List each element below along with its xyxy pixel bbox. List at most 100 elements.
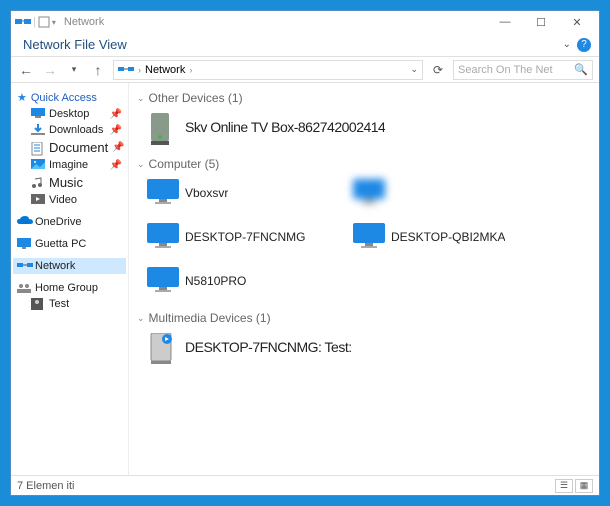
body: ★ Quick Access Desktop 📌 Downloads 📌 Doc… (11, 83, 599, 475)
sidebar-item-desktop[interactable]: Desktop 📌 (13, 106, 126, 122)
sidebar-item-onedrive[interactable]: OneDrive (13, 214, 126, 230)
up-button[interactable]: ↑ (89, 61, 107, 79)
address-dropdown-icon[interactable]: ⌄ (410, 64, 418, 75)
monitor-icon (147, 223, 179, 251)
device-item[interactable]: Skv Online TV Box-862742002414 (147, 109, 407, 145)
sidebar-item-network[interactable]: Network (13, 258, 126, 274)
search-icon: 🔍 (574, 63, 588, 76)
recent-caret-icon[interactable]: ▾ (65, 61, 83, 79)
help-icon[interactable]: ? (577, 38, 591, 52)
group-header-label: Other Devices (1) (149, 91, 243, 105)
star-icon: ★ (17, 91, 27, 104)
sidebar-item-label: Test (49, 298, 69, 310)
sidebar-item-downloads[interactable]: Downloads 📌 (13, 122, 126, 138)
chevron-down-icon: ⌄ (137, 93, 145, 104)
ribbon-tabs: Network File View ⌄ ? (11, 33, 599, 57)
computer-item[interactable]: N5810PRO (147, 263, 337, 299)
maximize-button[interactable]: ☐ (523, 11, 559, 33)
pictures-icon (31, 159, 45, 171)
group-header-label: Computer (5) (149, 157, 220, 171)
group-header-label: Multimedia Devices (1) (149, 311, 271, 325)
computer-item[interactable]: DESKTOP-7FNCNMG (147, 219, 337, 255)
computer-item[interactable]: Vboxsvr (147, 175, 337, 211)
close-button[interactable]: ✕ (559, 11, 595, 33)
qat-properties-icon[interactable] (38, 16, 50, 28)
sidebar-item-label: Document (49, 140, 108, 155)
sidebar-item-thispc[interactable]: Guetta PC (13, 236, 126, 252)
downloads-icon (31, 124, 45, 136)
sidebar-quick-access[interactable]: ★ Quick Access (13, 89, 126, 106)
item-label: DESKTOP-7FNCNMG (185, 230, 305, 244)
nav-pane: ★ Quick Access Desktop 📌 Downloads 📌 Doc… (11, 83, 129, 475)
sidebar-item-documents[interactable]: Document 📌 (13, 138, 126, 157)
view-icons-button[interactable]: ▦ (575, 479, 593, 493)
monitor-icon (147, 267, 179, 295)
breadcrumb-path[interactable]: Network (145, 64, 185, 76)
sidebar-item-label: Guetta PC (35, 238, 86, 250)
quick-access-toolbar: | ▾ (15, 15, 56, 29)
homegroup-icon (17, 282, 31, 294)
view-details-button[interactable]: ☰ (555, 479, 573, 493)
sidebar-item-label: Music (49, 175, 83, 190)
forward-button[interactable]: → (41, 61, 59, 79)
explorer-window: | ▾ Network — ☐ ✕ Network File View ⌄ ? … (10, 10, 600, 496)
network-icon (118, 64, 134, 76)
qat-caret-icon[interactable]: ▾ (52, 18, 56, 27)
ribbon-expand-icon[interactable]: ⌄ (563, 39, 571, 50)
monitor-icon (147, 179, 179, 207)
item-label: Vboxsvr (185, 186, 228, 200)
item-label: Skv Online TV Box-862742002414 (185, 119, 385, 135)
desktop-icon (31, 108, 45, 120)
sidebar-item-homegroup[interactable]: Home Group (13, 280, 126, 296)
window-controls: — ☐ ✕ (487, 11, 595, 33)
sidebar-item-label: Video (49, 194, 77, 206)
sidebar-item-label: Home Group (35, 282, 98, 294)
minimize-button[interactable]: — (487, 11, 523, 33)
computer-item-redacted[interactable] (353, 175, 543, 211)
app-icon (15, 15, 31, 29)
qat-separator: | (33, 16, 36, 28)
group-other-devices: ⌄ Other Devices (1) Skv Online TV Box-86… (137, 87, 591, 145)
onedrive-icon (17, 216, 31, 228)
sidebar-item-label: Downloads (49, 124, 103, 136)
sidebar-item-videos[interactable]: Video (13, 192, 126, 208)
pin-icon: 📌 (110, 109, 122, 120)
pin-icon: 📌 (110, 160, 122, 171)
sidebar-item-pictures[interactable]: Imagine 📌 (13, 157, 126, 173)
video-icon (31, 194, 45, 206)
group-header[interactable]: ⌄ Computer (5) (137, 153, 591, 175)
tab-network-file-view[interactable]: Network File View (19, 35, 131, 54)
sidebar-item-music[interactable]: Music (13, 173, 126, 192)
monitor-icon (353, 179, 385, 207)
media-device-icon (147, 333, 179, 361)
view-mode-buttons: ☰ ▦ (555, 479, 593, 493)
group-header[interactable]: ⌄ Other Devices (1) (137, 87, 591, 109)
sidebar-item-test[interactable]: Test (13, 296, 126, 312)
sidebar-item-label: Network (35, 260, 75, 272)
window-title: Network (64, 16, 104, 28)
breadcrumb[interactable]: › Network › ⌄ (113, 60, 423, 80)
sidebar-item-label: Imagine (49, 159, 88, 171)
computer-item[interactable]: DESKTOP-QBI2MKA (353, 219, 543, 255)
address-bar-row: ← → ▾ ↑ › Network › ⌄ ⟳ Search On The Ne… (11, 57, 599, 83)
music-icon (31, 177, 45, 189)
chevron-down-icon: ⌄ (137, 159, 145, 170)
document-icon (31, 142, 45, 154)
back-button[interactable]: ← (17, 61, 35, 79)
ribbon-tab-row: Network File View (19, 35, 131, 54)
refresh-button[interactable]: ⟳ (429, 61, 447, 79)
group-header[interactable]: ⌄ Multimedia Devices (1) (137, 307, 591, 329)
status-bar: 7 Elemen iti ☰ ▦ (11, 475, 599, 495)
content-pane: ⌄ Other Devices (1) Skv Online TV Box-86… (129, 83, 599, 475)
item-label: DESKTOP-7FNCNMG: Test: (185, 339, 352, 355)
media-device-item[interactable]: DESKTOP-7FNCNMG: Test: (147, 329, 407, 365)
group-computer: ⌄ Computer (5) Vboxsvr DESKTOP-7FNCNMG (137, 153, 591, 299)
search-input[interactable]: Search On The Net 🔍 (453, 60, 593, 80)
group-multimedia: ⌄ Multimedia Devices (1) DESKTOP-7FNCNMG… (137, 307, 591, 365)
chevron-right-icon: › (189, 65, 192, 75)
item-label: N5810PRO (185, 274, 246, 288)
chevron-right-icon: › (138, 65, 141, 75)
pin-icon: 📌 (110, 125, 122, 136)
search-placeholder: Search On The Net (458, 64, 553, 76)
title-bar: | ▾ Network — ☐ ✕ (11, 11, 599, 33)
